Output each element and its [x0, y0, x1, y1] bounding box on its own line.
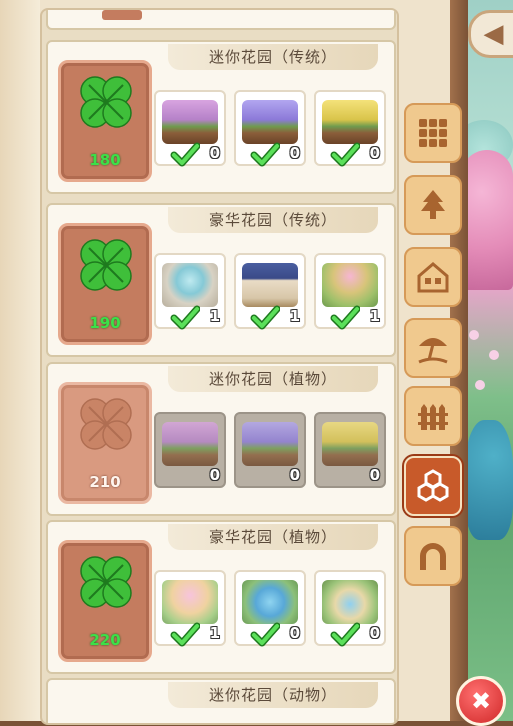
cost-value: 190	[89, 314, 121, 332]
tab-hexagon[interactable]	[404, 456, 462, 516]
close-button[interactable]: ✖	[456, 676, 506, 726]
cost-badge: 180	[58, 60, 152, 182]
back-arrow-icon: ◀	[483, 19, 504, 49]
owned-count: 0	[369, 624, 380, 642]
check-icon	[170, 622, 200, 647]
decoration-image	[322, 263, 378, 307]
check-icon	[250, 305, 280, 330]
beach-umbrella-icon	[415, 330, 451, 366]
tab-arch[interactable]	[404, 526, 462, 586]
owned-count: 1	[289, 307, 300, 325]
back-button[interactable]: ◀	[468, 10, 513, 58]
partial-cost-bar	[102, 10, 142, 20]
decoration-image	[242, 422, 298, 466]
item-list-panel[interactable]: 迷你花园（传统） 180 0 0 0 豪华花园（传统） 190 1 1 1 迷你花园…	[40, 8, 399, 725]
card-title: 迷你花园（植物）	[168, 366, 378, 392]
world-flower	[489, 350, 499, 360]
decoration-image	[242, 100, 298, 144]
owned-count: 1	[369, 307, 380, 325]
cost-badge: 220	[58, 540, 152, 662]
decoration-image	[242, 263, 298, 307]
item-card[interactable]: 迷你花园（动物）	[46, 678, 396, 723]
decoration-slot[interactable]: 0	[234, 570, 306, 647]
tab-house[interactable]	[404, 247, 462, 307]
owned-count: 1	[209, 624, 220, 642]
check-icon	[170, 305, 200, 330]
owned-count: 0	[289, 144, 300, 162]
world-pink-house	[461, 150, 513, 290]
decoration-image	[162, 422, 218, 466]
cost-badge: 190	[58, 223, 152, 345]
owned-count: 0	[369, 466, 380, 484]
decoration-slot[interactable]: 0	[154, 412, 226, 488]
item-card[interactable]: 豪华花园（植物） 220 1 0 0	[46, 520, 396, 674]
clover-icon	[80, 398, 132, 450]
decoration-slot[interactable]: 0	[154, 90, 226, 167]
hexagon-icon	[415, 468, 451, 504]
card-title: 迷你花园（动物）	[168, 682, 378, 708]
check-icon	[250, 142, 280, 167]
decoration-slot[interactable]: 0	[234, 90, 306, 167]
decoration-image	[322, 580, 378, 624]
tab-beach[interactable]	[404, 318, 462, 378]
cost-badge: 210	[58, 382, 152, 504]
decoration-image	[322, 422, 378, 466]
owned-count: 0	[289, 466, 300, 484]
tab-tree[interactable]	[404, 175, 462, 235]
fence-icon	[415, 398, 451, 434]
item-card[interactable]: 豪华花园（传统） 190 1 1 1	[46, 203, 396, 357]
clover-icon	[80, 556, 132, 608]
world-flower	[475, 380, 485, 390]
cost-value: 180	[89, 151, 121, 169]
check-icon	[330, 622, 360, 647]
item-card[interactable]: 迷你花园（植物） 210 0 0 0	[46, 362, 396, 516]
cost-value: 220	[89, 631, 121, 649]
tab-fence[interactable]	[404, 386, 462, 446]
owned-count: 0	[209, 466, 220, 484]
card-title: 豪华花园（植物）	[168, 524, 378, 550]
tab-grid[interactable]	[404, 103, 462, 163]
card-title: 迷你花园（传统）	[168, 44, 378, 70]
owned-count: 0	[369, 144, 380, 162]
decoration-slot[interactable]: 0	[314, 412, 386, 488]
tree-icon	[415, 187, 451, 223]
clover-icon	[80, 76, 132, 128]
card-title: 豪华花园（传统）	[168, 207, 378, 233]
owned-count: 1	[209, 307, 220, 325]
check-icon	[170, 142, 200, 167]
check-icon	[330, 142, 360, 167]
decoration-image	[242, 580, 298, 624]
grid-icon	[415, 115, 451, 151]
decoration-slot[interactable]: 0	[234, 412, 306, 488]
decoration-slot[interactable]: 1	[314, 253, 386, 330]
decoration-slot[interactable]: 1	[154, 570, 226, 647]
world-blue-creature	[465, 420, 513, 540]
check-icon	[250, 622, 280, 647]
cost-value: 210	[89, 473, 121, 491]
owned-count: 0	[289, 624, 300, 642]
owned-count: 0	[209, 144, 220, 162]
arch-icon	[415, 538, 451, 574]
partial-card-top	[46, 10, 396, 30]
decoration-slot[interactable]: 1	[154, 253, 226, 330]
clover-icon	[80, 239, 132, 291]
decoration-image	[322, 100, 378, 144]
decoration-slot[interactable]: 0	[314, 90, 386, 167]
close-icon: ✖	[470, 687, 492, 715]
decoration-image	[162, 580, 218, 624]
check-icon	[330, 305, 360, 330]
decoration-image	[162, 263, 218, 307]
book-spine	[0, 0, 40, 721]
world-flower	[469, 330, 479, 340]
decoration-image	[162, 100, 218, 144]
item-card[interactable]: 迷你花园（传统） 180 0 0 0	[46, 40, 396, 194]
decoration-slot[interactable]: 0	[314, 570, 386, 647]
house-icon	[415, 259, 451, 295]
decoration-slot[interactable]: 1	[234, 253, 306, 330]
